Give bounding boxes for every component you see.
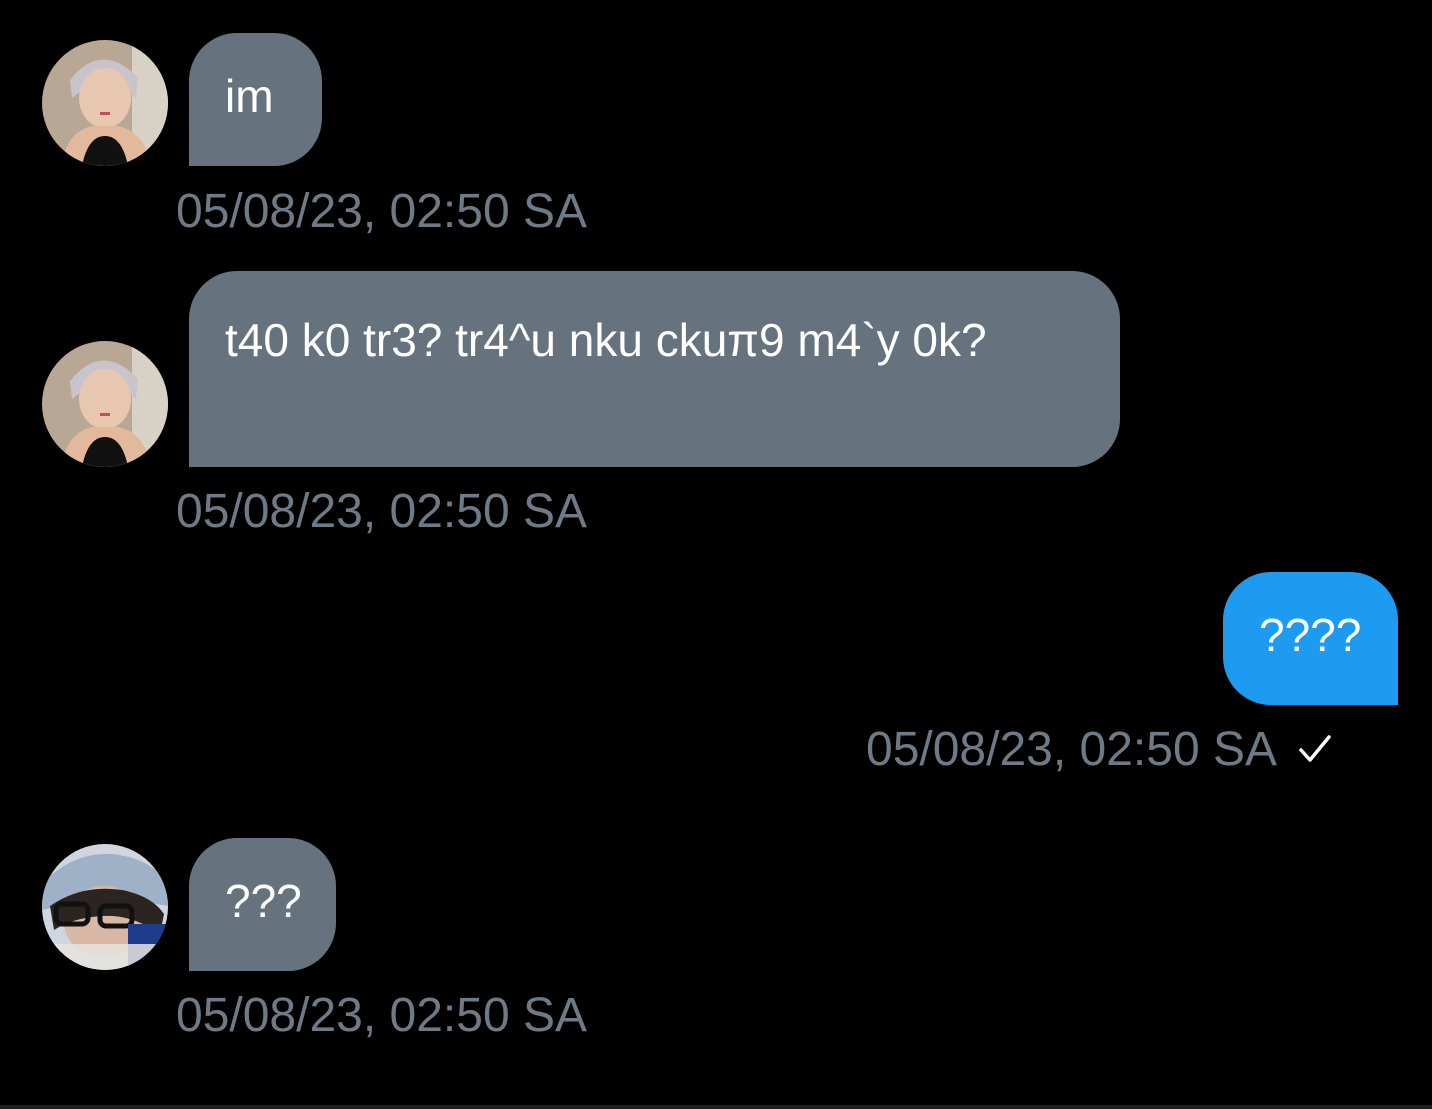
message-text: ???? [1259, 609, 1362, 661]
message-text: im [225, 70, 274, 122]
message-bubble[interactable]: ???? [1223, 572, 1398, 705]
message-bubble[interactable]: t40 k0 tr3? tr4^u nku ckuπ9 m4`y 0k? [189, 271, 1120, 467]
message-bubble[interactable]: ??? [189, 838, 336, 971]
message-timestamp: 05/08/23, 02:50 SA [176, 185, 587, 238]
avatar-photo-icon [42, 40, 168, 166]
message-timestamp: 05/08/23, 02:50 SA [866, 723, 1277, 776]
checkmark-icon [1295, 726, 1335, 782]
message-text: ??? [225, 875, 302, 927]
avatar-photo-icon [42, 844, 168, 970]
sender-avatar[interactable] [42, 40, 168, 166]
sender-avatar[interactable] [42, 844, 168, 970]
message-text: t40 k0 tr3? tr4^u nku ckuπ9 m4`y 0k? [225, 314, 987, 366]
divider [0, 1105, 1432, 1109]
message-bubble[interactable]: im [189, 33, 322, 166]
sender-avatar[interactable] [42, 341, 168, 467]
message-timestamp-row: 05/08/23, 02:50 SA [866, 722, 1335, 782]
message-timestamp: 05/08/23, 02:50 SA [176, 485, 587, 538]
message-timestamp: 05/08/23, 02:50 SA [176, 989, 587, 1042]
avatar-photo-icon [42, 341, 168, 467]
